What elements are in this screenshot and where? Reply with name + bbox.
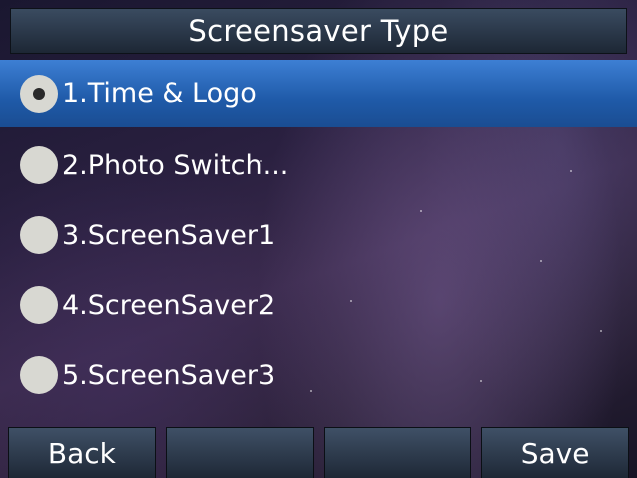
option-label: 4.ScreenSaver2 — [62, 289, 276, 321]
radio-unselected-icon[interactable] — [20, 146, 58, 184]
option-screensaver2[interactable]: 4.ScreenSaver2 — [0, 270, 637, 340]
option-screensaver1[interactable]: 3.ScreenSaver1 — [0, 200, 637, 270]
option-label: 5.ScreenSaver3 — [62, 359, 276, 391]
page-title: Screensaver Type — [188, 14, 449, 48]
option-screensaver3[interactable]: 5.ScreenSaver3 — [0, 340, 637, 410]
screensaver-type-list: 1.Time & Logo 2.Photo Switch... 3.Screen… — [0, 60, 637, 410]
softkey-2-button[interactable] — [165, 427, 314, 478]
radio-unselected-icon[interactable] — [20, 216, 58, 254]
option-label: 3.ScreenSaver1 — [62, 219, 276, 251]
save-button[interactable]: Save — [481, 427, 629, 478]
phone-screen: Screensaver Type 1.Time & Logo 2.Photo S… — [0, 0, 637, 478]
option-photo-switch[interactable]: 2.Photo Switch... — [0, 130, 637, 200]
radio-unselected-icon[interactable] — [20, 286, 58, 324]
option-label: 1.Time & Logo — [62, 78, 257, 109]
softkey-3-button[interactable] — [323, 427, 472, 478]
option-label: 2.Photo Switch... — [62, 149, 289, 181]
softkey-bar: Back Save — [0, 427, 637, 478]
option-time-logo[interactable]: 1.Time & Logo — [0, 60, 637, 127]
radio-dot — [33, 87, 45, 100]
title-bar: Screensaver Type — [10, 8, 627, 54]
back-button[interactable]: Back — [8, 427, 156, 478]
radio-selected-icon[interactable] — [20, 74, 58, 113]
radio-unselected-icon[interactable] — [20, 356, 58, 394]
